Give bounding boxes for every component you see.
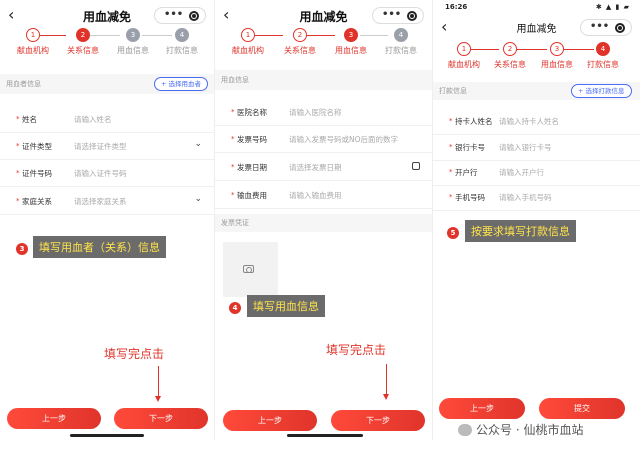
step-badge: 3 <box>16 243 28 255</box>
upload-photo-box[interactable] <box>223 242 278 297</box>
bank-card-field[interactable]: * 银行卡号 请输入银行卡号 <box>433 134 640 161</box>
section-title: 用血信息 <box>221 76 249 84</box>
step-2: 2 关系信息 <box>485 42 535 70</box>
invoice-date-field[interactable]: * 发票日期 请选择发票日期 <box>215 154 432 181</box>
section-header: 用血信息 <box>215 70 432 90</box>
step-badge: 4 <box>229 302 241 314</box>
step-1: 1 献血机构 <box>8 28 58 56</box>
arrow-down-icon <box>155 396 161 402</box>
section-title: 用血者信息 <box>6 80 41 88</box>
screen-blood-use-info: ‹ 用血减免 ••• 1 献血机构 2 关系信息 3 用血信息 4 打款信息 用血信息 … <box>214 0 432 440</box>
watermark: 公众号 · 仙桃市血站 <box>458 421 583 438</box>
arrow-line <box>386 364 387 394</box>
submit-button[interactable]: 提交 <box>539 398 625 419</box>
hospital-name-field[interactable]: * 医院名称 请输入医院名称 <box>215 99 432 126</box>
arrow-line <box>158 366 159 396</box>
calendar-icon[interactable] <box>412 162 420 170</box>
wechat-icon <box>458 424 472 436</box>
chevron-down-icon: ⌄ <box>194 139 202 149</box>
step-2: 2 关系信息 <box>275 28 325 56</box>
phone-field[interactable]: * 手机号码 请输入手机号码 <box>433 184 640 211</box>
invoice-number-field[interactable]: * 发票号码 请输入发票号码或NO后面的数字 <box>215 126 432 153</box>
mini-program-capsule[interactable]: ••• <box>154 7 206 24</box>
id-type-select[interactable]: * 证件类型 请选择证件类型 ⌄ <box>0 133 214 160</box>
step-1: 1 献血机构 <box>223 28 273 56</box>
camera-icon <box>243 265 254 273</box>
home-indicator <box>287 434 363 437</box>
prev-button[interactable]: 上一步 <box>439 398 525 419</box>
annotation-callout: 按要求填写打款信息 <box>465 220 576 242</box>
section-header: 发票凭证 <box>215 214 432 232</box>
bank-branch-field[interactable]: * 开户行 请输入开户行 <box>433 159 640 186</box>
select-payment-info-button[interactable]: + 选择打款信息 <box>571 84 632 98</box>
section-title: 发票凭证 <box>221 219 249 227</box>
step-badge: 5 <box>447 227 459 239</box>
prev-button[interactable]: 上一步 <box>7 408 101 429</box>
step-3: 3 用血信息 <box>532 42 582 70</box>
step-4: 4 打款信息 <box>578 42 628 70</box>
step-indicator: 1 献血机构 2 关系信息 3 用血信息 4 打款信息 <box>0 28 214 62</box>
select-blood-user-button[interactable]: + 选择用血者 <box>154 77 209 91</box>
family-relation-select[interactable]: * 家庭关系 请选择家庭关系 ⌄ <box>0 188 214 215</box>
status-time: 16:26 <box>445 3 468 11</box>
more-icon[interactable]: ••• <box>382 7 401 22</box>
hint-text: 填写完点击 <box>104 347 165 361</box>
step-4: 4 打款信息 <box>376 28 426 56</box>
status-bar: 16:26 ✱ ▲ ▮ ▰ <box>433 0 640 14</box>
home-indicator <box>70 434 144 437</box>
next-button[interactable]: 下一步 <box>331 410 425 431</box>
id-number-field[interactable]: * 证件号码 请输入证件号码 <box>0 160 214 187</box>
close-target-icon[interactable] <box>615 23 625 33</box>
step-indicator: 1 献血机构 2 关系信息 3 用血信息 4 打款信息 <box>215 28 432 62</box>
section-title: 打款信息 <box>439 87 467 95</box>
step-2: 2 关系信息 <box>58 28 108 56</box>
close-target-icon[interactable] <box>407 11 417 21</box>
hint-text: 填写完点击 <box>326 343 387 357</box>
nav-bar: ‹ 用血减免 ••• <box>215 4 432 28</box>
nav-bar: ‹ 用血减免 ••• <box>0 4 214 28</box>
annotation-callout: 填写用血者（关系）信息 <box>33 236 166 258</box>
cardholder-name-field[interactable]: * 持卡人姓名 请输入持卡人姓名 <box>433 108 640 135</box>
more-icon[interactable]: ••• <box>164 7 183 22</box>
status-icons: ✱ ▲ ▮ ▰ <box>595 3 630 11</box>
name-field[interactable]: * 姓名 请输入姓名 <box>0 106 214 133</box>
mini-program-capsule[interactable]: ••• <box>372 7 424 24</box>
arrow-down-icon <box>383 394 389 400</box>
annotation-callout: 填写用血信息 <box>247 295 325 317</box>
more-icon[interactable]: ••• <box>590 19 609 34</box>
screen-relation-info: ‹ 用血减免 ••• 1 献血机构 2 关系信息 3 用血信息 4 打款信息 用血者信息… <box>0 0 214 440</box>
step-4: 4 打款信息 <box>157 28 207 56</box>
nav-bar: ‹ 用血减免 ••• <box>433 16 640 40</box>
chevron-down-icon: ⌄ <box>194 194 202 204</box>
step-3: 3 用血信息 <box>326 28 376 56</box>
mini-program-capsule[interactable]: ••• <box>580 19 632 36</box>
step-indicator: 1 献血机构 2 关系信息 3 用血信息 4 打款信息 <box>433 42 640 76</box>
prev-button[interactable]: 上一步 <box>223 410 317 431</box>
step-3: 3 用血信息 <box>108 28 158 56</box>
screen-payment-info: 16:26 ✱ ▲ ▮ ▰ ‹ 用血减免 ••• 1 献血机构 2 关系信息 3 用血… <box>432 0 640 440</box>
step-1: 1 献血机构 <box>439 42 489 70</box>
next-button[interactable]: 下一步 <box>114 408 208 429</box>
close-target-icon[interactable] <box>189 11 199 21</box>
transfusion-fee-field[interactable]: * 输血费用 请输入输血费用 <box>215 182 432 209</box>
